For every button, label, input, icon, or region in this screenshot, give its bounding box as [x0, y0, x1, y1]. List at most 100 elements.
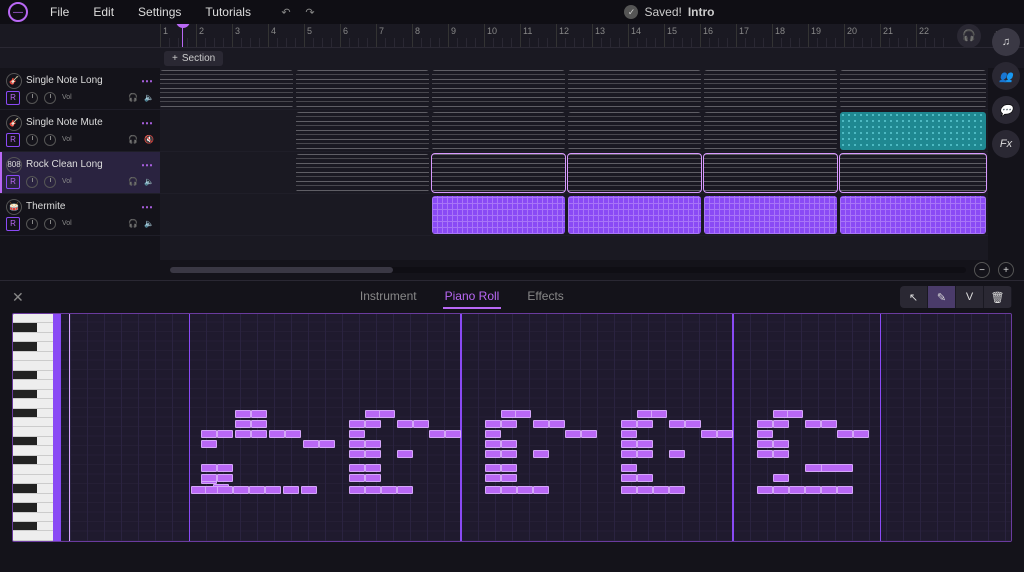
- audio-clip[interactable]: [840, 154, 986, 192]
- midi-note[interactable]: [501, 440, 517, 448]
- black-key[interactable]: [13, 323, 53, 332]
- midi-note[interactable]: [485, 464, 501, 472]
- midi-note[interactable]: [501, 474, 517, 482]
- scrollbar-thumb[interactable]: [170, 267, 393, 273]
- speaker-icon[interactable]: 🔈: [144, 219, 154, 228]
- vol-knob[interactable]: [44, 218, 56, 230]
- headphone-icon[interactable]: 🎧: [128, 177, 138, 186]
- midi-note[interactable]: [379, 410, 395, 418]
- midi-note[interactable]: [669, 420, 685, 428]
- midi-note[interactable]: [485, 440, 501, 448]
- midi-note[interactable]: [365, 474, 381, 482]
- track-header[interactable]: 808 Rock Clean Long ⋯ R Vol 🎧 🔈: [0, 152, 160, 194]
- midi-note[interactable]: [217, 430, 233, 438]
- track-lane[interactable]: [160, 194, 988, 236]
- midi-note[interactable]: [349, 464, 365, 472]
- midi-note[interactable]: [757, 450, 773, 458]
- track-more-button[interactable]: ⋯: [141, 116, 154, 130]
- midi-note[interactable]: [251, 430, 267, 438]
- midi-note[interactable]: [501, 486, 517, 494]
- audio-clip[interactable]: [704, 112, 837, 150]
- black-key[interactable]: [13, 390, 53, 399]
- midi-note[interactable]: [501, 450, 517, 458]
- audio-clip[interactable]: [568, 154, 701, 192]
- midi-note[interactable]: [349, 486, 365, 494]
- tool-button[interactable]: 🗑: [984, 286, 1012, 308]
- midi-note[interactable]: [837, 486, 853, 494]
- white-key[interactable]: [13, 427, 53, 436]
- midi-note[interactable]: [621, 440, 637, 448]
- audio-clip[interactable]: [432, 196, 565, 234]
- piano-roll[interactable]: [12, 313, 1012, 542]
- white-key[interactable]: [13, 446, 53, 455]
- midi-note[interactable]: [837, 430, 853, 438]
- white-key[interactable]: [13, 465, 53, 474]
- midi-note[interactable]: [217, 464, 233, 472]
- tab-piano-roll[interactable]: Piano Roll: [443, 285, 502, 309]
- midi-note[interactable]: [397, 450, 413, 458]
- audio-clip[interactable]: [296, 70, 429, 108]
- midi-note[interactable]: [217, 474, 233, 482]
- audio-clip[interactable]: [432, 112, 565, 150]
- midi-note[interactable]: [685, 420, 701, 428]
- midi-note[interactable]: [349, 450, 365, 458]
- audio-clip[interactable]: [704, 154, 837, 192]
- midi-note[interactable]: [805, 420, 821, 428]
- track-more-button[interactable]: ⋯: [141, 200, 154, 214]
- midi-note[interactable]: [251, 410, 267, 418]
- midi-note[interactable]: [413, 420, 429, 428]
- midi-note[interactable]: [621, 420, 637, 428]
- audio-clip[interactable]: [296, 112, 429, 150]
- audio-clip[interactable]: [704, 70, 837, 108]
- midi-note[interactable]: [201, 440, 217, 448]
- fx-button[interactable]: Fx: [992, 130, 1020, 158]
- audio-clip[interactable]: [432, 154, 565, 192]
- midi-note[interactable]: [773, 474, 789, 482]
- white-key[interactable]: [13, 314, 53, 323]
- midi-note[interactable]: [397, 486, 413, 494]
- midi-note[interactable]: [381, 486, 397, 494]
- midi-note[interactable]: [251, 420, 267, 428]
- piano-keyboard[interactable]: [13, 314, 53, 541]
- playhead-handle[interactable]: [176, 24, 190, 28]
- black-key[interactable]: [13, 437, 53, 446]
- track-header[interactable]: 🥁 Thermite ⋯ R Vol 🎧 🔈: [0, 194, 160, 236]
- white-key[interactable]: [13, 380, 53, 389]
- midi-note[interactable]: [485, 420, 501, 428]
- midi-note[interactable]: [549, 420, 565, 428]
- menu-settings[interactable]: Settings: [128, 3, 191, 21]
- undo-button[interactable]: ↶: [277, 3, 295, 21]
- midi-note[interactable]: [249, 486, 265, 494]
- midi-note[interactable]: [757, 420, 773, 428]
- tool-button[interactable]: V: [956, 286, 984, 308]
- midi-note[interactable]: [621, 464, 637, 472]
- track-lane[interactable]: [160, 68, 988, 110]
- midi-note[interactable]: [757, 440, 773, 448]
- midi-note[interactable]: [365, 464, 381, 472]
- midi-note[interactable]: [533, 486, 549, 494]
- headphone-icon[interactable]: 🎧: [128, 219, 138, 228]
- midi-note[interactable]: [637, 486, 653, 494]
- black-key[interactable]: [13, 456, 53, 465]
- midi-note[interactable]: [397, 420, 413, 428]
- tool-button[interactable]: ✎: [928, 286, 956, 308]
- white-key[interactable]: [13, 418, 53, 427]
- midi-note[interactable]: [201, 464, 217, 472]
- playhead[interactable]: [182, 24, 183, 47]
- midi-note[interactable]: [365, 420, 381, 428]
- record-button[interactable]: R: [6, 217, 20, 231]
- audio-clip[interactable]: [840, 70, 986, 108]
- piano-roll-grid[interactable]: [53, 314, 1011, 541]
- midi-note[interactable]: [773, 486, 789, 494]
- vol-knob[interactable]: [44, 92, 56, 104]
- midi-note[interactable]: [501, 464, 517, 472]
- white-key[interactable]: [13, 475, 53, 484]
- midi-note[interactable]: [621, 474, 637, 482]
- midi-note[interactable]: [349, 440, 365, 448]
- menu-tutorials[interactable]: Tutorials: [195, 3, 261, 21]
- black-key[interactable]: [13, 409, 53, 418]
- midi-note[interactable]: [485, 486, 501, 494]
- midi-note[interactable]: [365, 486, 381, 494]
- midi-note[interactable]: [669, 450, 685, 458]
- midi-note[interactable]: [637, 440, 653, 448]
